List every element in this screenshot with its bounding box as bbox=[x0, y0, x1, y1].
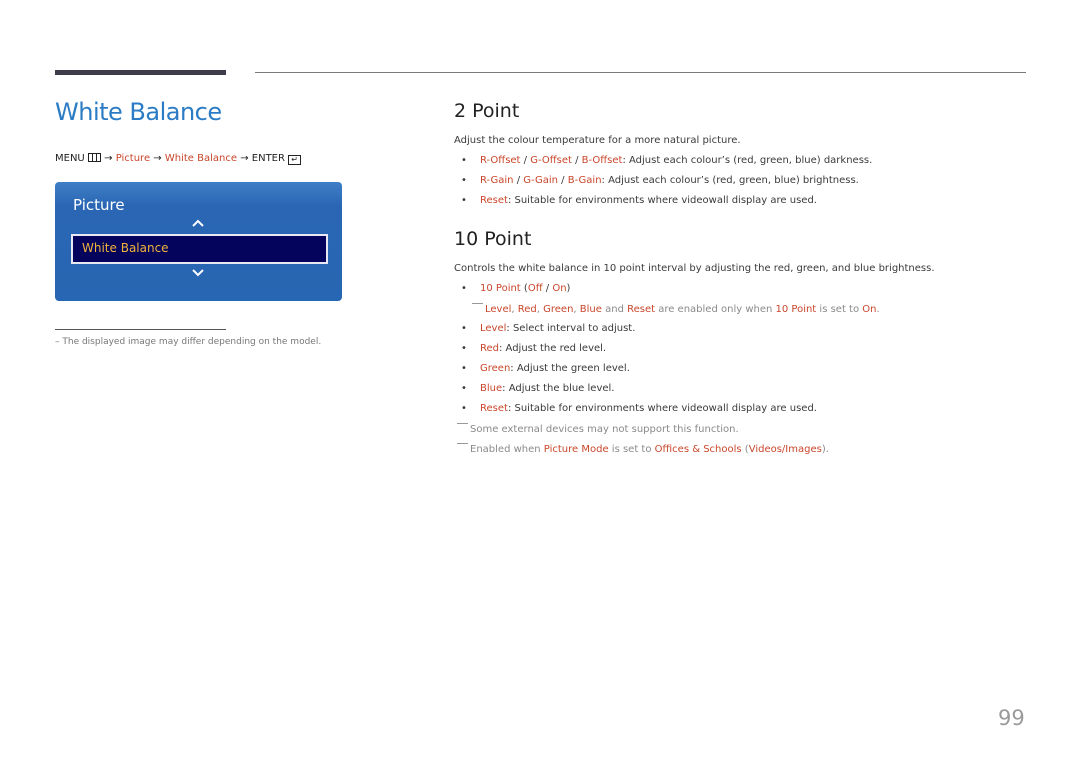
note-dash-icon bbox=[457, 423, 468, 424]
page-title: White Balance bbox=[55, 98, 222, 126]
text: are enabled only when bbox=[655, 304, 776, 315]
term: Green bbox=[480, 363, 511, 374]
term: Blue bbox=[480, 383, 503, 394]
option-off: Off bbox=[527, 283, 543, 294]
description: : Adjust the green level. bbox=[510, 363, 630, 374]
description: : Adjust each colour’s (red, green, blue… bbox=[622, 155, 873, 166]
section-intro-10-point: Controls the white balance in 10 point i… bbox=[454, 263, 935, 274]
term: Reset bbox=[480, 195, 508, 206]
chevron-down-icon bbox=[192, 269, 204, 277]
term: 10 Point bbox=[775, 304, 817, 315]
osd-item-label: White Balance bbox=[82, 241, 169, 255]
bullet-icon: • bbox=[461, 195, 467, 206]
section-heading-2-point: 2 Point bbox=[454, 100, 520, 122]
text: Enabled when bbox=[470, 444, 544, 455]
term: G-Gain bbox=[523, 175, 558, 186]
section-heading-10-point: 10 Point bbox=[454, 228, 532, 250]
bullet-icon: • bbox=[461, 175, 467, 186]
osd-title: Picture bbox=[73, 196, 125, 214]
section-intro-2-point: Adjust the colour temperature for a more… bbox=[454, 135, 741, 146]
note-text: Some external devices may not support th… bbox=[470, 424, 739, 435]
term: Green bbox=[543, 304, 574, 315]
separator: / bbox=[571, 155, 582, 166]
arrow-icon: → bbox=[153, 153, 162, 164]
footnote-divider bbox=[55, 329, 226, 330]
text: ). bbox=[821, 444, 829, 455]
term: Reset bbox=[480, 403, 508, 414]
footnote: – The displayed image may differ dependi… bbox=[55, 337, 322, 347]
term: R-Gain bbox=[480, 175, 514, 186]
bullet-icon: • bbox=[461, 403, 467, 414]
page-number: 99 bbox=[998, 706, 1025, 730]
bullet-icon: • bbox=[461, 363, 467, 374]
text: is set to bbox=[816, 304, 863, 315]
description: : Adjust each colour’s (red, green, blue… bbox=[601, 175, 859, 186]
term: Red bbox=[517, 304, 537, 315]
menu-icon bbox=[87, 153, 101, 162]
text: ( bbox=[741, 444, 749, 455]
term: Blue bbox=[579, 304, 602, 315]
text: is set to bbox=[608, 444, 655, 455]
note-dash-icon bbox=[472, 303, 483, 304]
term: 10 Point bbox=[480, 283, 521, 294]
term: On bbox=[862, 304, 877, 315]
header-bar-thick bbox=[55, 70, 226, 75]
bullet-icon: • bbox=[461, 323, 467, 334]
breadcrumb-menu: MENU bbox=[55, 153, 85, 164]
chevron-up-icon bbox=[192, 219, 204, 227]
note: Level, Red, Green, Blue and Reset are en… bbox=[472, 303, 880, 315]
term: B-Gain bbox=[567, 175, 602, 186]
breadcrumb-white-balance: White Balance bbox=[164, 153, 237, 164]
bullet-icon: • bbox=[461, 283, 467, 294]
description: : Suitable for environments where videow… bbox=[507, 195, 817, 206]
list-item: • R-Offset / G-Offset / B-Offset: Adjust … bbox=[461, 155, 872, 166]
list-item: • Level: Select interval to adjust. bbox=[461, 323, 635, 334]
breadcrumb: MENU → Picture → White Balance → ENTER ↵ bbox=[55, 153, 302, 165]
osd-selected-item: White Balance bbox=[71, 234, 328, 264]
note-external-devices: Some external devices may not support th… bbox=[457, 423, 739, 435]
term: G-Offset bbox=[530, 155, 572, 166]
bullet-icon: • bbox=[461, 155, 467, 166]
bullet-icon: • bbox=[461, 383, 467, 394]
term: R-Offset bbox=[480, 155, 521, 166]
term: Picture Mode bbox=[543, 444, 609, 455]
list-item: • 10 Point (Off / On) bbox=[461, 283, 571, 294]
separator: / bbox=[520, 155, 531, 166]
separator: / bbox=[557, 175, 568, 186]
term: B-Offset bbox=[581, 155, 623, 166]
list-item: • Blue: Adjust the blue level. bbox=[461, 383, 614, 394]
term: Videos/Images bbox=[748, 444, 822, 455]
list-item: • Red: Adjust the red level. bbox=[461, 343, 606, 354]
header-rule bbox=[255, 72, 1026, 73]
list-item: • Reset: Suitable for environments where … bbox=[461, 195, 817, 206]
description: : Select interval to adjust. bbox=[506, 323, 636, 334]
term: Level bbox=[480, 323, 507, 334]
bullet-icon: • bbox=[461, 343, 467, 354]
term: Offices & Schools bbox=[654, 444, 742, 455]
description: : Adjust the red level. bbox=[499, 343, 607, 354]
term: Red bbox=[480, 343, 499, 354]
option-on: On bbox=[552, 283, 567, 294]
arrow-icon: → bbox=[104, 153, 113, 164]
text: . bbox=[876, 304, 880, 315]
text: and bbox=[601, 304, 628, 315]
term: Reset bbox=[627, 304, 656, 315]
description: : Adjust the blue level. bbox=[502, 383, 615, 394]
note-enabled-when: Enabled when Picture Mode is set to Offi… bbox=[457, 443, 829, 455]
separator: / bbox=[513, 175, 524, 186]
list-item: • R-Gain / G-Gain / B-Gain: Adjust each c… bbox=[461, 175, 859, 186]
arrow-icon: → bbox=[240, 153, 249, 164]
list-item: • Reset: Suitable for environments where … bbox=[461, 403, 817, 414]
breadcrumb-enter: ENTER bbox=[251, 153, 285, 164]
description: : Suitable for environments where videow… bbox=[507, 403, 817, 414]
breadcrumb-picture: Picture bbox=[115, 153, 151, 164]
enter-icon: ↵ bbox=[288, 155, 302, 165]
osd-menu-illustration: Picture White Balance bbox=[55, 182, 342, 301]
list-item: • Green: Adjust the green level. bbox=[461, 363, 630, 374]
note-dash-icon bbox=[457, 443, 468, 444]
term: Level bbox=[485, 304, 512, 315]
